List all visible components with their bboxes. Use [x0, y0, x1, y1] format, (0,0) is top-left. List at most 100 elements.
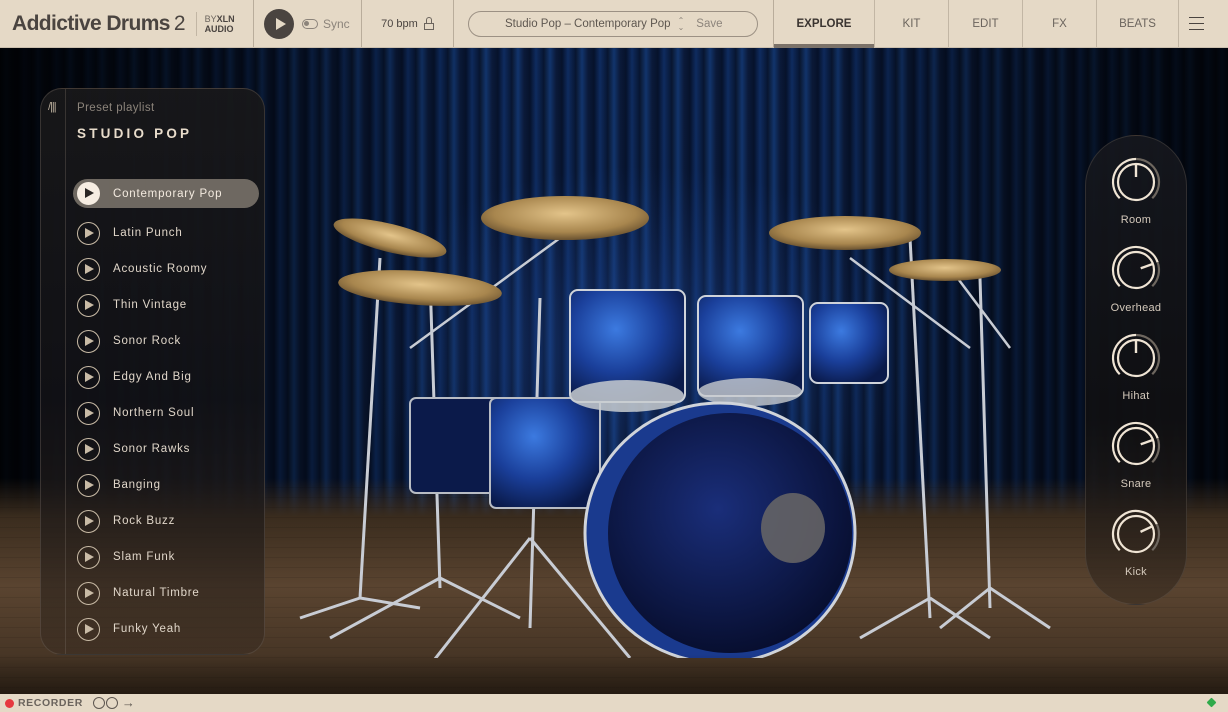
tab-beats[interactable]: BEATS	[1097, 0, 1179, 47]
playlist-item[interactable]: Latin Punch	[73, 215, 259, 251]
playlist-item[interactable]: Acoustic Roomy	[73, 251, 259, 287]
snare-knob[interactable]	[1110, 420, 1162, 472]
rack-tom-3	[809, 302, 889, 384]
playlist-item[interactable]: Sonor Rawks	[73, 431, 259, 467]
tempo-field[interactable]: 70 bpm	[362, 0, 454, 47]
knob-kick: Kick	[1086, 508, 1186, 596]
tape-icon[interactable]	[92, 697, 118, 709]
top-bar: Addictive Drums 2 BYXLN AUDIO Sync 70 bp…	[0, 0, 1228, 48]
play-circle-icon[interactable]	[77, 365, 100, 389]
playlist-item-label: Sonor Rock	[113, 335, 182, 347]
brand: Addictive Drums 2 BYXLN AUDIO	[0, 0, 254, 47]
app-version: 2	[173, 11, 186, 35]
vendor-sub: AUDIO	[204, 23, 234, 34]
recorder-label[interactable]: RECORDER	[18, 697, 83, 709]
preset-playlist-panel: /||| Preset playlist STUDIO POP Contempo…	[40, 88, 265, 655]
play-circle-icon[interactable]	[77, 509, 100, 533]
tab-edit[interactable]: EDIT	[949, 0, 1023, 47]
playlist-item[interactable]: Northern Soul	[73, 395, 259, 431]
status-bar: RECORDER →	[0, 694, 1228, 712]
play-circle-icon[interactable]	[77, 257, 100, 281]
playlist-item-label: Natural Timbre	[113, 587, 200, 599]
play-circle-icon[interactable]	[77, 293, 100, 317]
playlist-rail: /|||	[41, 89, 66, 654]
tab-explore[interactable]: EXPLORE	[774, 0, 875, 48]
knob-body	[1116, 426, 1156, 466]
kick-knob[interactable]	[1110, 508, 1162, 560]
playlist-item[interactable]: Funky Yeah	[73, 611, 259, 647]
play-circle-icon[interactable]	[77, 617, 100, 641]
chevron-down-icon[interactable]: ⌄	[678, 23, 685, 31]
playlist-item-label: Funky Yeah	[113, 623, 182, 635]
lock-icon[interactable]	[423, 17, 434, 30]
playlist-item-label: Edgy And Big	[113, 371, 192, 383]
play-circle-icon[interactable]	[77, 437, 100, 461]
playlist-item[interactable]: Banging	[73, 467, 259, 503]
floor-tom	[489, 397, 601, 509]
knob-label: Snare	[1120, 478, 1152, 490]
play-circle-icon[interactable]	[77, 581, 100, 605]
playlist-items: Contemporary Pop Latin Punch Acoustic Room…	[73, 179, 259, 647]
overhead-knob[interactable]	[1110, 244, 1162, 296]
save-button[interactable]: Save	[696, 18, 722, 30]
sync-toggle[interactable]: Sync	[302, 17, 350, 31]
preset-step-icon[interactable]: ⌃ ⌄	[678, 16, 685, 31]
transport: Sync	[254, 0, 362, 47]
mixer-panel: Room Overhead Hihat Snare Kick	[1085, 135, 1187, 605]
kick-port	[761, 493, 825, 563]
toggle-icon	[302, 18, 318, 29]
crash-cymbal-center	[481, 196, 649, 240]
play-circle-icon[interactable]	[77, 221, 100, 245]
play-circle-icon[interactable]	[77, 401, 100, 425]
hamburger-menu-icon[interactable]	[1179, 0, 1213, 47]
playlist-item-label: Northern Soul	[113, 407, 195, 419]
playlist-item-label: Banging	[113, 479, 161, 491]
knob-pointer	[1140, 262, 1154, 270]
knob-pointer	[1140, 525, 1153, 533]
playlist-item-label: Contemporary Pop	[113, 187, 223, 200]
playlist-item-label: Slam Funk	[113, 551, 176, 563]
library-icon[interactable]: /|||	[48, 101, 57, 113]
play-circle-icon[interactable]	[77, 329, 100, 353]
play-circle-icon[interactable]	[77, 473, 100, 497]
playlist-item[interactable]: Rock Buzz	[73, 503, 259, 539]
preset-name[interactable]: Studio Pop – Contemporary Pop	[505, 18, 671, 30]
playlist-item[interactable]: Contemporary Pop	[73, 179, 259, 208]
knob-snare: Snare	[1086, 420, 1186, 508]
playlist-item-label: Rock Buzz	[113, 515, 176, 527]
preset-selector: Studio Pop – Contemporary Pop ⌃ ⌄ Save	[468, 10, 758, 37]
app-title: Addictive Drums	[12, 11, 170, 35]
play-circle-icon[interactable]	[77, 182, 100, 205]
playlist-item[interactable]: Slam Funk	[73, 539, 259, 575]
knob-body	[1116, 250, 1156, 290]
room-knob[interactable]	[1110, 156, 1162, 208]
tab-kit[interactable]: KIT	[875, 0, 949, 47]
preset-selector-area: Studio Pop – Contemporary Pop ⌃ ⌄ Save	[454, 0, 774, 47]
arrow-right-icon[interactable]: →	[122, 696, 135, 709]
play-button[interactable]	[264, 8, 294, 39]
playlist-item[interactable]: Edgy And Big	[73, 359, 259, 395]
playlist-item[interactable]: Sonor Rock	[73, 323, 259, 359]
knob-body	[1116, 514, 1156, 554]
playlist-item[interactable]: Natural Timbre	[73, 575, 259, 611]
knob-room: Room	[1086, 156, 1186, 244]
vendor-by: BY	[204, 13, 217, 24]
vendor-logo: BYXLN AUDIO	[205, 14, 235, 34]
knob-label: Room	[1120, 214, 1152, 226]
record-icon[interactable]	[5, 698, 14, 708]
knob-label: Overhead	[1110, 302, 1162, 314]
sync-label: Sync	[323, 16, 350, 31]
stage-vignette	[0, 654, 1228, 694]
playlist-item-label: Thin Vintage	[113, 299, 187, 311]
tempo-value: 70 bpm	[381, 17, 418, 30]
tab-fx[interactable]: FX	[1023, 0, 1097, 47]
vendor-name: XLN	[216, 13, 235, 24]
ride-cymbal	[769, 216, 921, 250]
playlist-item-label: Acoustic Roomy	[113, 263, 208, 275]
hihat-knob[interactable]	[1110, 332, 1162, 384]
knob-pointer	[1140, 438, 1154, 446]
playlist-item-label: Latin Punch	[113, 227, 183, 239]
drum-kit-image[interactable]	[290, 138, 1070, 658]
play-circle-icon[interactable]	[77, 545, 100, 569]
playlist-item[interactable]: Thin Vintage	[73, 287, 259, 323]
